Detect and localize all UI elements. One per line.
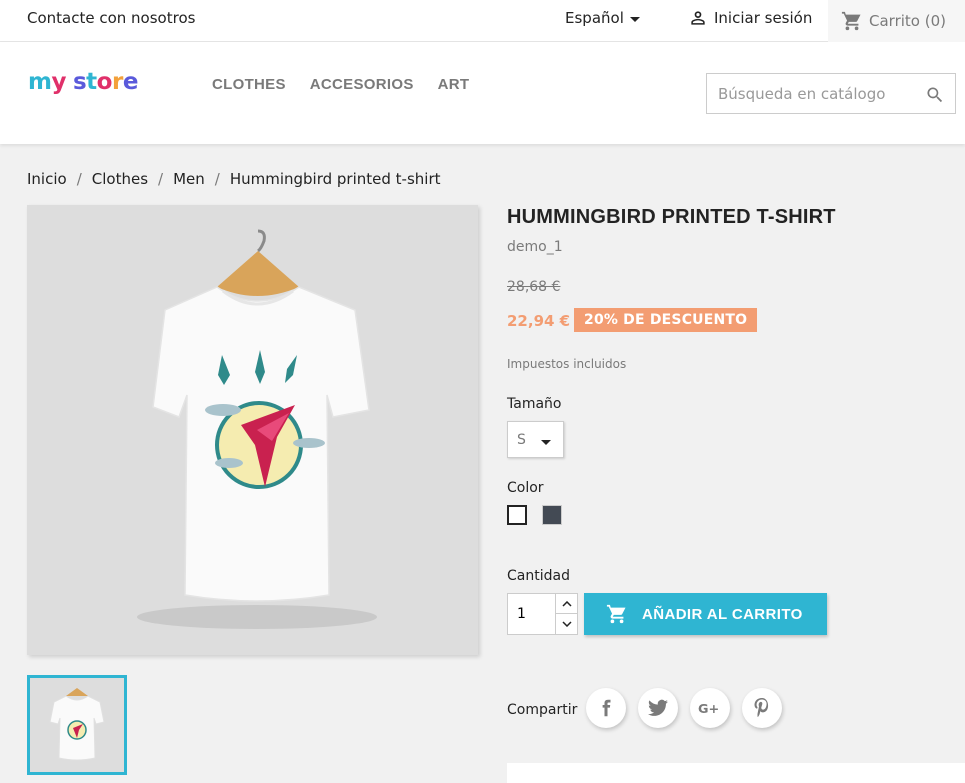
cart-icon xyxy=(606,604,626,624)
breadcrumb-home[interactable]: Inicio xyxy=(27,170,67,188)
chevron-down-icon xyxy=(629,16,640,22)
pinterest-icon xyxy=(754,698,769,718)
logo-word-my: my xyxy=(28,69,66,95)
twitter-share-button[interactable] xyxy=(638,688,678,728)
breadcrumb-clothes[interactable]: Clothes xyxy=(92,170,148,188)
thumbnail-illustration xyxy=(49,688,105,761)
twitter-icon xyxy=(648,699,668,716)
breadcrumb-men[interactable]: Men xyxy=(173,170,205,188)
breadcrumb-current: Hummingbird printed t-shirt xyxy=(229,170,441,188)
size-select[interactable]: S xyxy=(507,421,564,458)
google-plus-share-button[interactable]: G+ xyxy=(690,688,730,728)
nav-item-clothes[interactable]: CLOTHES xyxy=(212,76,286,93)
signin-label: Iniciar sesión xyxy=(714,9,813,27)
main-header: my store CLOTHES ACCESORIOS ART xyxy=(0,42,965,144)
product-main-image[interactable] xyxy=(27,205,478,655)
language-selector[interactable]: Español xyxy=(565,9,640,27)
google-plus-icon: G+ xyxy=(698,702,719,716)
nav-item-accesorios[interactable]: ACCESORIOS xyxy=(310,76,414,93)
search-input[interactable] xyxy=(707,84,917,103)
add-to-cart-label: AÑADIR AL CARRITO xyxy=(642,605,803,623)
size-value: S xyxy=(517,431,526,448)
share-label: Compartir xyxy=(507,702,578,718)
facebook-icon xyxy=(602,699,611,717)
chevron-down-icon xyxy=(561,621,572,627)
current-price: 22,94 € xyxy=(507,312,571,330)
logo-word-store: store xyxy=(72,69,138,95)
breadcrumb-separator: / xyxy=(158,170,164,188)
regular-price: 28,68 € xyxy=(507,279,561,295)
signin-link[interactable]: Iniciar sesión xyxy=(688,8,812,28)
svg-text:G+: G+ xyxy=(698,702,719,716)
quantity-buttons xyxy=(555,594,577,634)
search-box xyxy=(706,73,956,114)
size-label: Tamaño xyxy=(507,396,562,412)
quantity-increase-button[interactable] xyxy=(556,594,577,614)
product-thumbnail[interactable] xyxy=(27,675,127,775)
main-nav: CLOTHES ACCESORIOS ART xyxy=(212,76,469,93)
chevron-down-icon xyxy=(541,440,551,445)
top-bar: Contacte con nosotros Español Iniciar se… xyxy=(0,0,965,42)
quantity-stepper xyxy=(507,593,578,635)
discount-badge: 20% DE DESCUENTO xyxy=(574,308,758,332)
product-reference: demo_1 xyxy=(507,239,563,255)
quantity-label: Cantidad xyxy=(507,568,570,584)
language-label: Español xyxy=(565,9,624,27)
breadcrumb-separator: / xyxy=(76,170,82,188)
tax-note: Impuestos incluidos xyxy=(507,357,627,371)
chevron-up-icon xyxy=(561,600,572,607)
breadcrumb-separator: / xyxy=(214,170,220,188)
color-label: Color xyxy=(507,480,544,496)
product-title: HUMMINGBIRD PRINTED T-SHIRT xyxy=(507,206,836,228)
quantity-input[interactable] xyxy=(508,594,556,634)
breadcrumb: Inicio / Clothes / Men / Hummingbird pri… xyxy=(27,170,441,188)
cart-icon xyxy=(841,11,861,31)
nav-item-art[interactable]: ART xyxy=(438,76,470,93)
color-swatch-grey[interactable] xyxy=(542,505,562,525)
store-logo[interactable]: my store xyxy=(28,69,138,95)
cart-label: Carrito (0) xyxy=(869,12,946,30)
search-icon[interactable] xyxy=(925,85,945,105)
add-to-cart-button[interactable]: AÑADIR AL CARRITO xyxy=(584,593,827,635)
reassurance-panel xyxy=(507,763,965,783)
pinterest-share-button[interactable] xyxy=(742,688,782,728)
contact-link[interactable]: Contacte con nosotros xyxy=(27,9,195,27)
cart-button[interactable]: Carrito (0) xyxy=(828,0,965,42)
user-icon xyxy=(691,11,705,25)
color-swatch-white[interactable] xyxy=(507,505,527,525)
facebook-share-button[interactable] xyxy=(586,688,626,728)
quantity-decrease-button[interactable] xyxy=(556,614,577,634)
tshirt-illustration xyxy=(137,229,377,629)
